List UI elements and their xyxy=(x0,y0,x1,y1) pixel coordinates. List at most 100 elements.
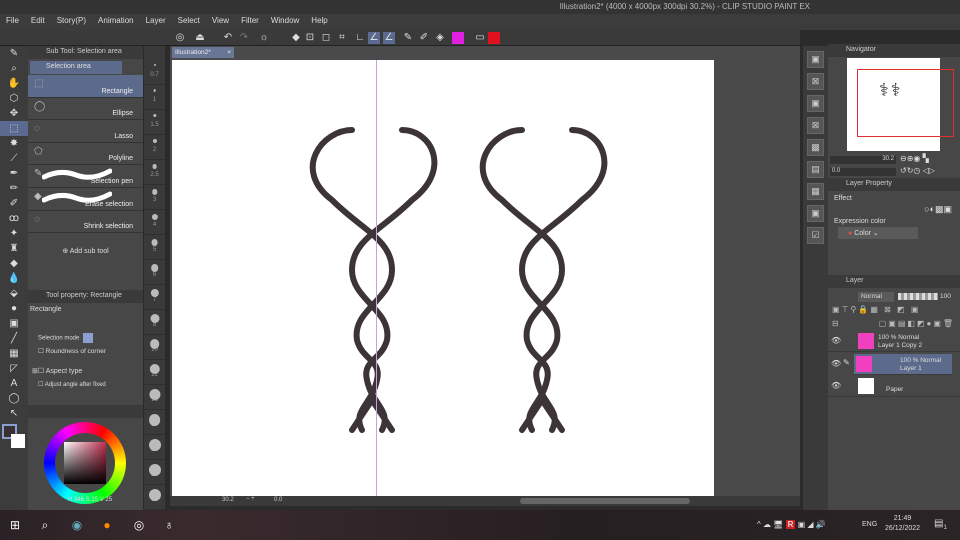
magic-wand-icon[interactable]: ✸ xyxy=(0,136,28,151)
pencil-icon[interactable]: ✏ xyxy=(0,181,28,196)
menu-window[interactable]: Window xyxy=(265,14,305,30)
save-icon[interactable]: ⏏ xyxy=(194,32,206,44)
brush-size-1.5[interactable]: 1.5 xyxy=(144,110,165,135)
language-indicator[interactable]: ENG xyxy=(862,521,877,528)
brush-size-2.5[interactable]: 2.5 xyxy=(144,160,165,185)
clip-studio-paint-icon[interactable]: ♁ xyxy=(160,516,178,534)
selection-tool-icon[interactable]: ⬚ xyxy=(0,121,28,136)
panel-icon-4[interactable]: ⊠ xyxy=(807,117,824,134)
visibility-eye-icon[interactable]: 👁 xyxy=(831,336,841,345)
navigator-rotate-slider[interactable]: 0.0 xyxy=(830,168,896,176)
blend-mode-select[interactable]: Normal xyxy=(858,292,894,302)
menu-edit[interactable]: Edit xyxy=(25,14,51,30)
brush-size-17[interactable]: 17 xyxy=(144,410,165,435)
redo-icon[interactable]: ↷ xyxy=(238,32,250,44)
aspect-type-checkbox[interactable]: ⊞☐ Aspect type xyxy=(28,365,143,379)
menu-filter[interactable]: Filter xyxy=(235,14,265,30)
hand-tool-icon[interactable]: ✋ xyxy=(0,76,28,91)
navigator-preview[interactable]: ⚕⚕ xyxy=(847,58,954,151)
blob-icon[interactable]: ● xyxy=(0,301,28,316)
snap-special-icon[interactable]: ∠ xyxy=(383,32,395,44)
menu-story[interactable]: Story(P) xyxy=(51,14,92,30)
brush-size-6[interactable]: 6 xyxy=(144,260,165,285)
object-tool-icon[interactable]: ⬡ xyxy=(0,91,28,106)
opacity-slider[interactable] xyxy=(898,293,938,300)
visibility-eye-icon[interactable]: 👁 xyxy=(831,359,841,368)
undo-icon[interactable]: ↶ xyxy=(222,32,234,44)
subtool-polyline[interactable]: ⬠ Polyline xyxy=(28,142,143,166)
brush-size-25[interactable]: 25 xyxy=(144,460,165,485)
pen-icon[interactable]: ✒ xyxy=(0,166,28,181)
layer-tool-buttons[interactable]: ▣⊤⚲🔒▦ ⊠ ◩ ▣ xyxy=(832,305,920,314)
eraser-icon[interactable]: ◆ xyxy=(0,256,28,271)
brush-size-5[interactable]: 5 xyxy=(144,235,165,260)
brush-size-3[interactable]: 3 xyxy=(144,185,165,210)
app-icon-1[interactable]: ◉ xyxy=(68,516,86,534)
menu-view[interactable]: View xyxy=(206,14,235,30)
canvas-paper[interactable] xyxy=(172,60,714,496)
brush-size-8[interactable]: 8 xyxy=(144,310,165,335)
new-layer-icon[interactable]: ▭ xyxy=(474,32,486,44)
panel-icon-3[interactable]: ▣ xyxy=(807,95,824,112)
zoom-value[interactable]: 30.2 xyxy=(222,497,234,503)
subtool-group-selection-area[interactable]: Selection area xyxy=(30,61,122,74)
opacity-value[interactable]: 100 xyxy=(940,293,951,300)
navigator-zoom-slider[interactable]: 30.2 xyxy=(830,156,896,164)
snap-ruler-icon[interactable]: ∠ xyxy=(368,32,380,44)
firefox-icon[interactable]: ● xyxy=(98,516,116,534)
transform-icon[interactable]: ◻ xyxy=(320,32,332,44)
fill-icon[interactable]: ◆ xyxy=(290,32,302,44)
subtool-ellipse[interactable]: ◯ Ellipse xyxy=(28,97,143,121)
clock[interactable]: 21:49 26/12/2022 xyxy=(885,514,920,534)
clip-studio-icon[interactable]: ◎ xyxy=(130,516,148,534)
brush-size-7[interactable]: 7 xyxy=(144,285,165,310)
panel-icon-6[interactable]: ▤ xyxy=(807,161,824,178)
adjust-angle-checkbox[interactable]: ☐ Adjust angle after fixed xyxy=(28,379,143,391)
guide-line[interactable] xyxy=(376,60,377,496)
rotate-buttons[interactable]: ↺↻◷ ◁▷ xyxy=(900,166,935,175)
brush-size-15[interactable]: 15 xyxy=(144,385,165,410)
pencil-icon[interactable]: ✐ xyxy=(418,32,430,44)
panel-icon-1[interactable]: ▣ xyxy=(807,51,824,68)
angle-value[interactable]: 0.0 xyxy=(274,497,282,503)
eraser-icon[interactable]: ◈ xyxy=(434,32,446,44)
brush-size-0.7[interactable]: 0.7 xyxy=(144,60,165,85)
panel-icon-9[interactable]: ☑ xyxy=(807,227,824,244)
panel-icon-8[interactable]: ▣ xyxy=(807,205,824,222)
visibility-eye-icon[interactable]: 👁 xyxy=(831,381,841,390)
panel-icon-2[interactable]: ⊠ xyxy=(807,73,824,90)
zoom-tool-icon[interactable]: ⌕ xyxy=(0,61,28,76)
ruler-icon[interactable]: ∟ xyxy=(354,32,366,44)
windows-start-icon[interactable]: ⊞ xyxy=(6,516,24,534)
color-panel-tabs[interactable] xyxy=(28,405,143,418)
subtool-erase-selection[interactable]: ◆ Erase selection xyxy=(28,187,143,211)
selection-mode-new-button[interactable] xyxy=(83,333,94,343)
eyedropper-icon[interactable]: ⟋ xyxy=(0,151,28,166)
line-icon[interactable]: ╱ xyxy=(0,331,28,346)
panel-icon-7[interactable]: ▦ xyxy=(807,183,824,200)
subtool-lasso[interactable]: ◌ Lasso xyxy=(28,120,143,143)
brush-size-4[interactable]: 4 xyxy=(144,210,165,235)
add-sub-tool-button[interactable]: ⊕ Add sub tool xyxy=(28,233,143,255)
frame-icon[interactable]: ▦ xyxy=(0,346,28,361)
mesh-icon[interactable]: ⌗ xyxy=(336,32,348,44)
menu-select[interactable]: Select xyxy=(172,14,206,30)
app-icon[interactable]: ◎ xyxy=(174,32,186,44)
brush-size-2[interactable]: 2 xyxy=(144,135,165,160)
text-icon[interactable]: A xyxy=(0,376,28,391)
zoom-buttons[interactable]: ⊖⊕◉ ▚ xyxy=(900,154,929,163)
brush-size-10[interactable]: 10 xyxy=(144,335,165,360)
blend-icon[interactable]: 💧 xyxy=(0,271,28,286)
close-tab-icon[interactable]: × xyxy=(227,49,231,56)
document-tab[interactable]: Illustration2* × xyxy=(172,47,234,58)
navigator-view-rect[interactable] xyxy=(857,69,954,137)
correct-line-icon[interactable]: ↖ xyxy=(0,406,28,421)
brush-size-20[interactable]: 20 xyxy=(144,435,165,460)
horizontal-scrollbar[interactable] xyxy=(520,498,690,504)
subtool-rectangle[interactable]: ⬚ Rectangle xyxy=(28,75,143,98)
crop-icon[interactable]: ⊡ xyxy=(304,32,316,44)
menu-file[interactable]: File xyxy=(0,14,25,30)
system-tray-icons[interactable]: ^ ☁ 🖥 R ▣ ◢ 🔊 xyxy=(757,520,826,529)
saturation-value-square[interactable] xyxy=(64,442,106,484)
menu-animation[interactable]: Animation xyxy=(92,14,140,30)
